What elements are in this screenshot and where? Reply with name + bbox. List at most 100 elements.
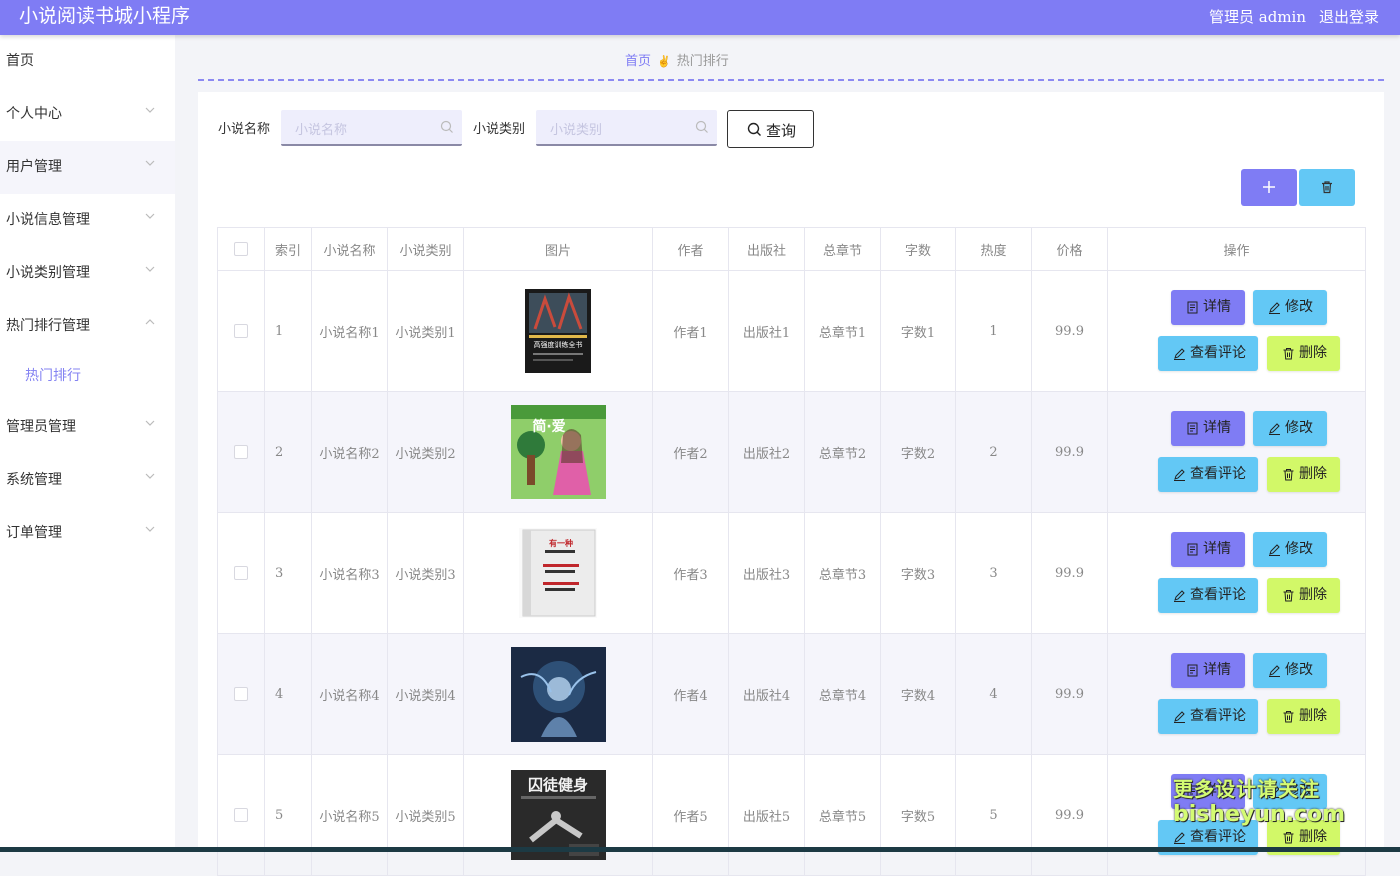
delete-button-label: 删除 <box>1299 708 1327 724</box>
detail-button[interactable]: 详情 <box>1171 290 1245 325</box>
row-index: 5 <box>264 754 312 876</box>
delete-button[interactable]: 删除 <box>1267 457 1340 492</box>
delete-button[interactable]: 删除 <box>1267 699 1340 734</box>
select-all-checkbox[interactable] <box>234 242 248 256</box>
sidebar-item-system[interactable]: 系统管理 <box>0 454 175 507</box>
delete-button[interactable]: 删除 <box>1267 578 1340 613</box>
row-chapters: 总章节3 <box>804 512 881 634</box>
edit-button-label: 修改 <box>1285 541 1313 557</box>
sidebar-item-novels[interactable]: 小说信息管理 <box>0 194 175 247</box>
row-heat: 1 <box>955 270 1032 392</box>
breadcrumb: 首页 ✌ 热门排行 <box>625 53 729 71</box>
edit-button[interactable]: 修改 <box>1253 653 1327 688</box>
sidebar-item-categories[interactable]: 小说类别管理 <box>0 247 175 300</box>
row-price: 99.9 <box>1031 270 1108 392</box>
trash-icon <box>1283 711 1294 723</box>
edit-button[interactable]: 修改 <box>1253 532 1327 567</box>
plus-icon <box>1263 181 1275 193</box>
sidebar: 首页 个人中心 用户管理 小说信息管理 小说类别管理 热门排行管理 热门排行 管… <box>0 35 175 852</box>
detail-button-label: 详情 <box>1203 783 1231 799</box>
row-words: 字数1 <box>880 270 956 392</box>
sidebar-item-label: 首页 <box>6 53 34 69</box>
view-comments-button-label: 查看评论 <box>1190 708 1246 724</box>
row-price: 99.9 <box>1031 391 1108 513</box>
sidebar-item-users[interactable]: 用户管理 <box>0 141 175 194</box>
row-checkbox[interactable] <box>234 687 248 701</box>
search-name-input[interactable]: 小说名称 <box>281 110 462 146</box>
view-comments-button-label: 查看评论 <box>1190 587 1246 603</box>
query-button[interactable]: 查询 <box>727 110 814 148</box>
header-heat: 热度 <box>955 227 1032 271</box>
row-actions: 详情 修改 查看评论 删除 <box>1108 513 1365 633</box>
search-icon <box>695 120 708 133</box>
header-words: 字数 <box>880 227 956 271</box>
logout-link[interactable]: 退出登录 <box>1319 7 1379 27</box>
row-select-cell <box>217 754 265 876</box>
row-index: 2 <box>264 391 312 513</box>
row-publisher: 出版社5 <box>728 754 805 876</box>
row-checkbox[interactable] <box>234 808 248 822</box>
sidebar-item-personal-center[interactable]: 个人中心 <box>0 88 175 141</box>
row-checkbox[interactable] <box>234 566 248 580</box>
row-author: 作者5 <box>652 754 729 876</box>
sidebar-item-home[interactable]: 首页 <box>0 35 175 88</box>
row-heat: 4 <box>955 633 1032 755</box>
delete-button-label: 删除 <box>1299 466 1327 482</box>
row-name: 小说名称5 <box>311 754 388 876</box>
detail-button-label: 详情 <box>1203 299 1231 315</box>
sidebar-subitem-hot-ranking[interactable]: 热门排行 <box>0 355 175 395</box>
search-name-label: 小说名称 <box>218 122 271 137</box>
edit-icon <box>1269 665 1280 677</box>
detail-button[interactable]: 详情 <box>1171 411 1245 446</box>
search-type-label: 小说类别 <box>473 122 526 137</box>
row-name: 小说名称2 <box>311 391 388 513</box>
row-author: 作者1 <box>652 270 729 392</box>
detail-button[interactable]: 详情 <box>1171 532 1245 567</box>
search-icon <box>440 120 453 133</box>
add-button[interactable] <box>1241 169 1297 206</box>
edit-icon <box>1174 832 1185 844</box>
row-chapters: 总章节1 <box>804 270 881 392</box>
row-actions: 详情 修改 查看评论 删除 <box>1108 634 1365 754</box>
sidebar-subitem-label: 热门排行 <box>25 368 81 384</box>
row-actions: 详情 修改 查看评论 删除 <box>1108 755 1365 875</box>
document-icon <box>1187 785 1198 798</box>
detail-button[interactable]: 详情 <box>1171 774 1245 809</box>
header-select-all[interactable] <box>217 227 265 271</box>
row-select-cell <box>217 270 265 392</box>
edit-button[interactable]: 修改 <box>1253 411 1327 446</box>
row-author: 作者2 <box>652 391 729 513</box>
delete-button[interactable]: 删除 <box>1267 336 1340 371</box>
view-comments-button[interactable]: 查看评论 <box>1158 578 1258 613</box>
breadcrumb-home[interactable]: 首页 <box>625 54 651 69</box>
trash-icon <box>1283 469 1294 481</box>
row-type: 小说类别3 <box>387 512 464 634</box>
sidebar-item-label: 热门排行管理 <box>6 318 90 334</box>
view-comments-button[interactable]: 查看评论 <box>1158 336 1258 371</box>
row-checkbox[interactable] <box>234 324 248 338</box>
row-image-cell: 简·爱 <box>463 391 653 513</box>
batch-delete-button[interactable] <box>1299 169 1355 206</box>
document-icon <box>1187 301 1198 314</box>
chevron-down-icon <box>145 526 155 532</box>
header-actions: 操作 <box>1107 227 1366 271</box>
row-checkbox[interactable] <box>234 445 248 459</box>
header-name: 小说名称 <box>311 227 388 271</box>
sidebar-item-orders[interactable]: 订单管理 <box>0 507 175 560</box>
header-price: 价格 <box>1031 227 1108 271</box>
sidebar-item-label: 用户管理 <box>6 159 62 175</box>
edit-button[interactable]: 修改 <box>1253 774 1327 809</box>
sidebar-item-admins[interactable]: 管理员管理 <box>0 401 175 454</box>
edit-button[interactable]: 修改 <box>1253 290 1327 325</box>
edit-icon <box>1174 469 1185 481</box>
header-image: 图片 <box>463 227 653 271</box>
detail-button[interactable]: 详情 <box>1171 653 1245 688</box>
view-comments-button[interactable]: 查看评论 <box>1158 457 1258 492</box>
trash-icon <box>1283 832 1294 844</box>
row-index: 3 <box>264 512 312 634</box>
view-comments-button[interactable]: 查看评论 <box>1158 699 1258 734</box>
row-heat: 2 <box>955 391 1032 513</box>
sidebar-item-ranking[interactable]: 热门排行管理 <box>0 300 175 353</box>
search-type-input[interactable]: 小说类别 <box>536 110 717 146</box>
header-chapters: 总章节 <box>804 227 881 271</box>
